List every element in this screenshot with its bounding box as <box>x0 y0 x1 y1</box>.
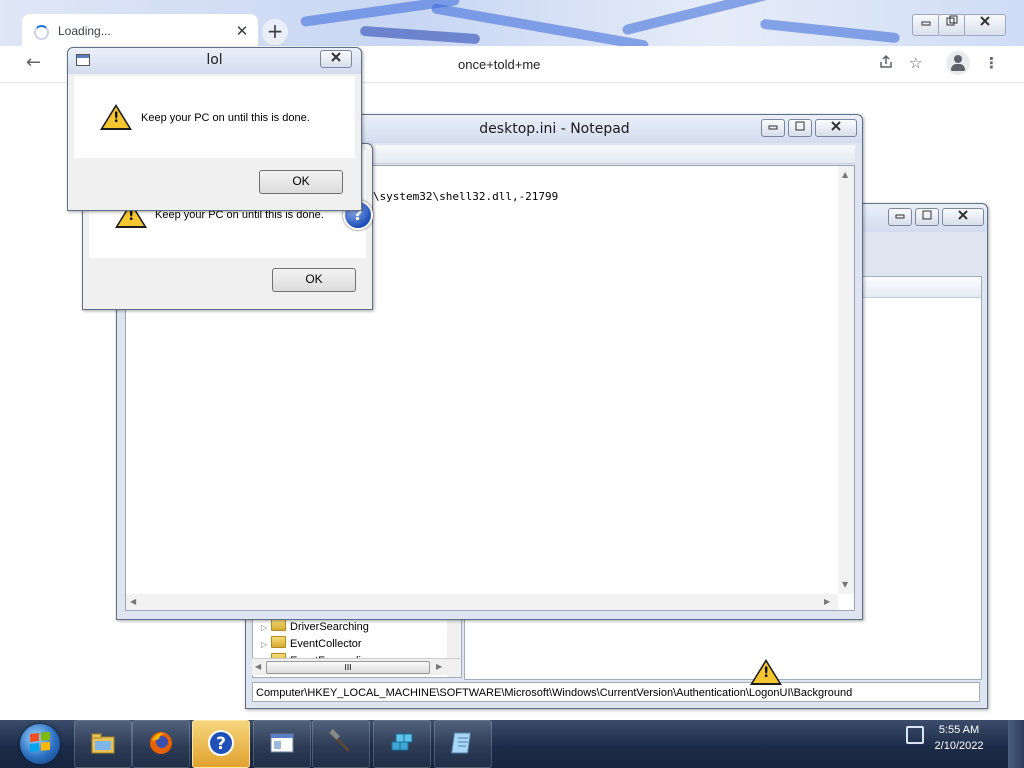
vertical-scrollbar[interactable]: ▲ ▼ <box>838 166 854 594</box>
minimize-icon <box>768 125 778 130</box>
close-icon <box>331 52 341 62</box>
maximize-icon <box>922 210 932 220</box>
warning-icon <box>100 104 132 130</box>
tree-hscrollbar[interactable]: ◀ III ▶ <box>252 658 460 675</box>
dialog-title: lol <box>206 52 223 68</box>
notepad-content: ot%\system32\shell32.dll,-21799 <box>353 190 559 203</box>
taskbar-tool-app[interactable] <box>312 720 370 768</box>
tab-title: Loading... <box>58 24 111 38</box>
more-menu-icon[interactable]: ⋮ <box>984 54 999 72</box>
taskbar-explorer[interactable] <box>74 720 132 768</box>
minimize-button[interactable] <box>761 119 785 137</box>
firefox-icon <box>150 732 172 754</box>
scroll-up-arrow-icon[interactable]: ▲ <box>842 170 848 179</box>
back-arrow-icon[interactable]: ← <box>26 52 41 73</box>
wallpaper-streak <box>759 18 901 44</box>
minimize-button[interactable] <box>912 14 940 36</box>
minimize-icon <box>921 21 931 26</box>
close-icon <box>831 121 841 131</box>
scroll-down-arrow-icon[interactable]: ▼ <box>842 580 848 589</box>
browser-tab[interactable]: Loading... ✕ <box>22 14 258 46</box>
scroll-left-arrow-icon[interactable]: ◀ <box>255 662 261 671</box>
registry-path-statusbar: Computer\HKEY_LOCAL_MACHINE\SOFTWARE\Mic… <box>252 682 980 702</box>
clock-date: 2/10/2022 <box>934 740 984 752</box>
ok-button[interactable]: OK <box>272 268 356 292</box>
horizontal-scrollbar[interactable]: ◀ ▶ <box>126 594 838 610</box>
folder-icon <box>271 636 286 648</box>
dialog-footer: OK <box>74 158 355 206</box>
close-icon <box>958 210 968 220</box>
tree-item-label: DriverSearching <box>290 621 369 633</box>
system-clock[interactable]: 5:55 AM 2/10/2022 <box>934 722 984 754</box>
tab-close-icon[interactable]: ✕ <box>232 21 252 41</box>
taskbar-window-app[interactable] <box>253 720 311 768</box>
restore-button[interactable] <box>938 14 966 36</box>
wallpaper-streak <box>621 0 799 36</box>
scroll-left-arrow-icon[interactable]: ◀ <box>130 597 136 606</box>
dialog-message: Keep your PC on until this is done. <box>141 112 310 124</box>
restore-icon <box>946 15 958 26</box>
taskbar-help-and-support[interactable]: ? <box>192 720 250 768</box>
window-icon <box>270 733 294 753</box>
tree-item[interactable]: ▷ EventCollector <box>261 636 362 650</box>
message-dialog-lol: lol Keep your PC on until this is done. … <box>67 47 362 211</box>
loading-spinner-icon <box>34 25 49 40</box>
profile-avatar-icon[interactable] <box>946 51 970 75</box>
expand-arrow-icon[interactable]: ▷ <box>261 640 271 649</box>
address-bar-text: once+told+me <box>458 57 541 72</box>
start-button[interactable] <box>20 724 60 764</box>
show-desktop-button[interactable] <box>1008 720 1024 768</box>
close-icon <box>980 16 990 26</box>
ok-button[interactable]: OK <box>259 170 343 194</box>
hammer-icon <box>329 729 351 753</box>
tab-strip: Loading... ✕ + <box>0 0 1024 46</box>
scroll-right-arrow-icon[interactable]: ▶ <box>436 662 442 671</box>
dialog-body: Keep your PC on until this is done. <box>74 76 355 158</box>
taskbar-firefox[interactable] <box>132 720 190 768</box>
maximize-icon <box>795 121 805 131</box>
maximize-button[interactable] <box>915 208 939 226</box>
notepad-icon <box>451 732 472 754</box>
folder-icon <box>91 733 115 754</box>
taskbar-blocks-app[interactable] <box>373 720 431 768</box>
taskbar-notepad-app[interactable] <box>434 720 492 768</box>
tree-item-label: EventCollector <box>290 638 362 650</box>
dialog-footer: OK <box>89 258 366 302</box>
wallpaper-streak <box>359 25 481 45</box>
new-tab-button[interactable]: + <box>262 19 288 45</box>
tree-item[interactable]: ▷ DriverSearching <box>261 619 369 633</box>
close-button[interactable] <box>942 208 984 226</box>
bookmark-star-icon[interactable]: ☆ <box>909 54 922 72</box>
registry-blocks-icon <box>391 733 413 751</box>
minimize-icon <box>895 214 905 219</box>
maximize-button[interactable] <box>788 119 812 137</box>
folder-icon <box>271 619 286 631</box>
dialog-titlebar: lol <box>68 48 361 74</box>
close-button[interactable] <box>815 119 857 137</box>
taskbar: ? 5:55 AM 2/10/2022 <box>0 720 1024 768</box>
close-button[interactable] <box>320 50 352 68</box>
expand-arrow-icon[interactable]: ▷ <box>261 623 271 632</box>
svg-text:?: ? <box>216 734 226 754</box>
minimize-button[interactable] <box>888 208 912 226</box>
help-question-icon: ? <box>208 730 234 756</box>
network-icon[interactable] <box>906 726 924 744</box>
scroll-right-arrow-icon[interactable]: ▶ <box>824 597 830 606</box>
windows-logo-icon <box>30 731 50 752</box>
close-button[interactable] <box>964 14 1006 36</box>
scroll-thumb[interactable]: III <box>266 661 430 674</box>
share-icon[interactable] <box>878 54 894 74</box>
clock-time: 5:55 AM <box>938 724 980 736</box>
